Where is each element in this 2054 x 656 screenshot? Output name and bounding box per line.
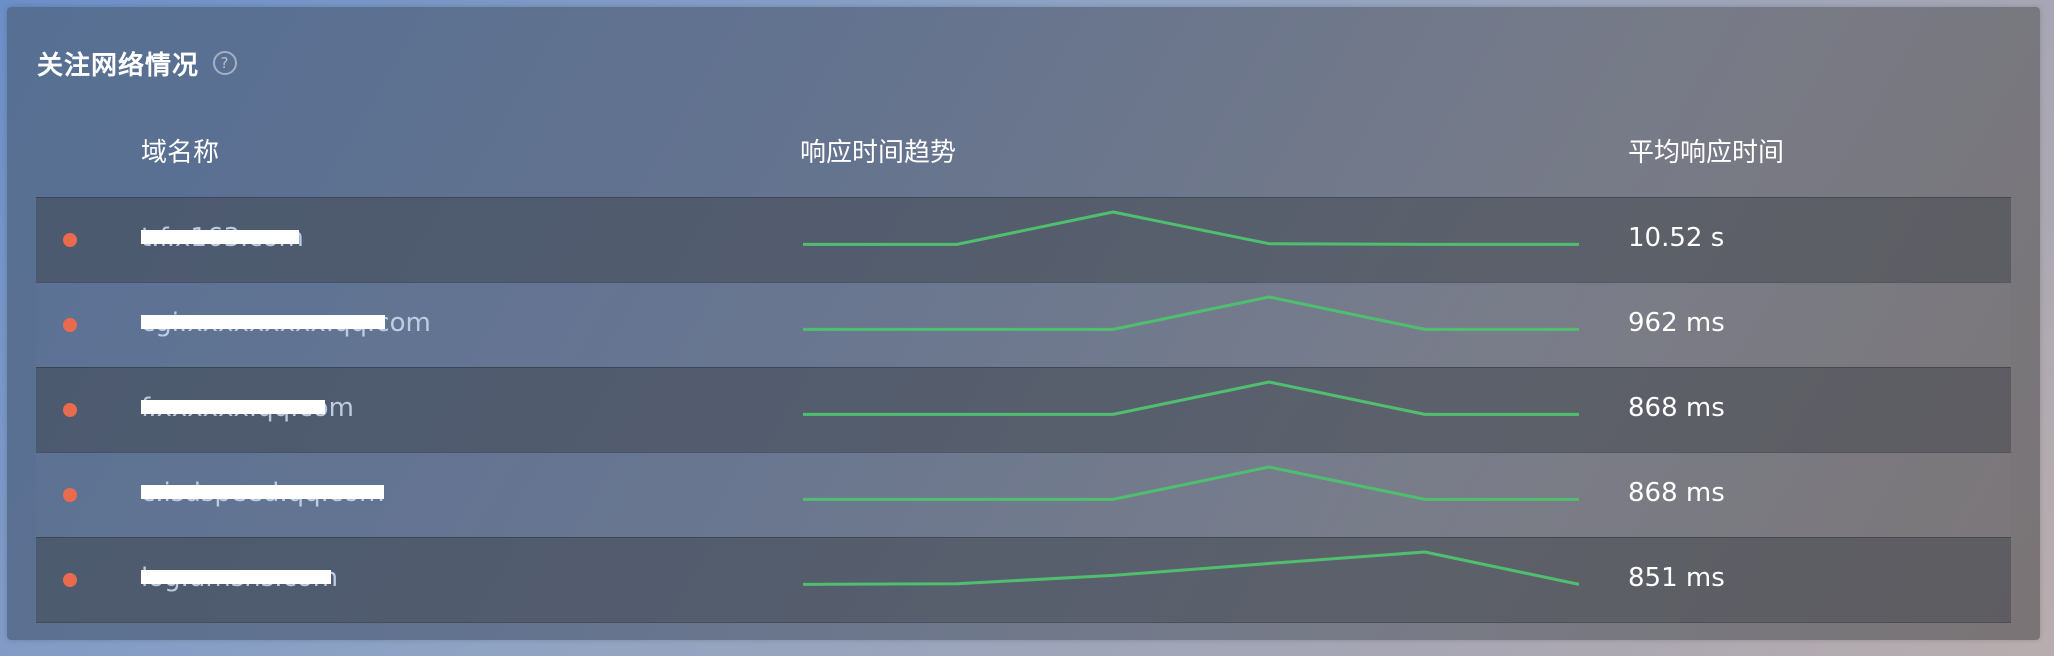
help-icon[interactable]: ? <box>213 51 238 75</box>
sparkline-path <box>802 550 1580 586</box>
domain-name[interactable]: log.umsns.com <box>141 560 338 596</box>
status-dot-icon <box>63 318 77 332</box>
response-trend-sparkline <box>803 295 1579 331</box>
header-domain: 域名称 <box>141 138 220 168</box>
domain-name[interactable]: c.isdspeed.qq.com <box>141 475 384 511</box>
table-row[interactable]: log.umsns.com 851 ms <box>36 537 2011 623</box>
status-dot-icon <box>63 573 77 587</box>
avg-response-time: 962 ms <box>1628 308 1725 338</box>
table-row[interactable]: f.xxxxxx.qq.com 868 ms <box>36 367 2011 452</box>
table-row[interactable]: cgi.xxxxxxxxx.qq.com 962 ms <box>36 282 2011 367</box>
table-row[interactable]: c.isdspeed.qq.com 868 ms <box>36 452 2011 537</box>
sparkline-path <box>803 465 1579 501</box>
sparkline-path <box>803 210 1579 246</box>
domain-name[interactable]: cgi.xxxxxxxxx.qq.com <box>141 305 431 341</box>
network-monitor-panel: 关注网络情况 ? 域名称 响应时间趋势 平均响应时间 t.f.x163.com … <box>7 7 2040 640</box>
domain-table: 域名称 响应时间趋势 平均响应时间 t.f.x163.com 10.52 s c… <box>36 115 2011 623</box>
avg-response-time: 10.52 s <box>1628 223 1725 253</box>
avg-response-time: 868 ms <box>1628 393 1725 423</box>
redaction-bar <box>141 400 325 414</box>
response-trend-sparkline <box>803 210 1579 246</box>
redaction-bar <box>141 315 385 329</box>
response-trend-sparkline <box>802 550 1580 586</box>
header-avg: 平均响应时间 <box>1628 138 1785 168</box>
panel-title-text: 关注网络情况 <box>37 50 200 81</box>
avg-response-time: 851 ms <box>1628 563 1725 593</box>
response-trend-sparkline <box>803 380 1579 416</box>
redaction-bar <box>141 485 384 499</box>
status-dot-icon <box>63 233 77 247</box>
table-header: 域名称 响应时间趋势 平均响应时间 <box>36 115 2011 197</box>
sparkline-path <box>803 295 1579 331</box>
status-dot-icon <box>63 488 77 502</box>
avg-response-time: 868 ms <box>1628 478 1725 508</box>
status-dot-icon <box>63 403 77 417</box>
table-row[interactable]: t.f.x163.com 10.52 s <box>36 197 2011 282</box>
domain-name[interactable]: f.xxxxxx.qq.com <box>141 390 354 426</box>
response-trend-sparkline <box>803 465 1579 501</box>
sparkline-path <box>803 380 1579 416</box>
redaction-bar <box>141 570 331 584</box>
domain-name[interactable]: t.f.x163.com <box>141 220 304 256</box>
header-trend: 响应时间趋势 <box>800 138 957 168</box>
panel-title: 关注网络情况 ? <box>37 45 238 81</box>
redaction-bar <box>141 230 299 244</box>
